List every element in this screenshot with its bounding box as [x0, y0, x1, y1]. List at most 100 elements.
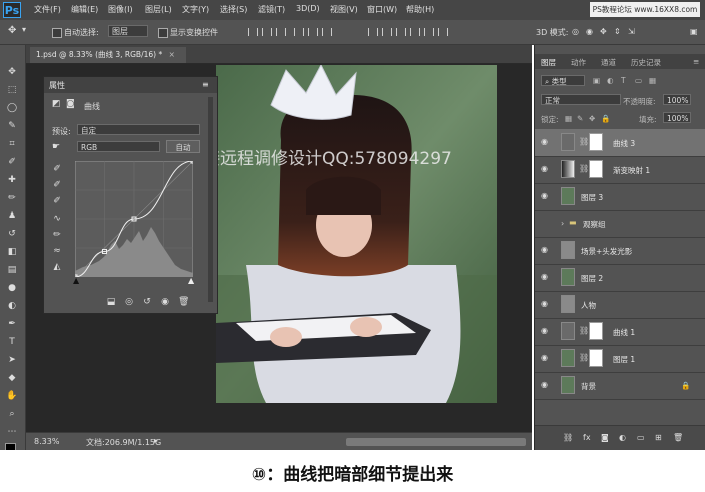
menu-file[interactable]: 文件(F)	[34, 4, 61, 15]
layers-menu-icon[interactable]: ≡	[693, 57, 699, 66]
brush-tool-icon[interactable]: ✏	[6, 193, 18, 203]
status-menu-chevron-icon[interactable]: ▸	[154, 436, 158, 445]
smooth-curve-icon[interactable]: ≈	[52, 246, 62, 256]
edit-points-icon[interactable]: ∿	[52, 214, 62, 224]
layer-name[interactable]: 曲线 1	[613, 327, 635, 338]
auto-select-target-dropdown[interactable]: 图层	[108, 25, 148, 37]
layer-mask-thumbnail[interactable]	[589, 133, 603, 151]
layer-visibility-eye-icon[interactable]: ◉	[541, 165, 551, 173]
layer-mask-thumbnail[interactable]	[589, 160, 603, 178]
layer-name[interactable]: 人物	[581, 300, 596, 311]
menu-help[interactable]: 帮助(H)	[406, 4, 434, 15]
align-top-icon[interactable]	[248, 28, 258, 36]
lock-pixels-icon[interactable]: ✎	[577, 114, 583, 123]
layer-visibility-eye-icon[interactable]: ◉	[541, 273, 551, 281]
new-group-icon[interactable]: ▭	[637, 433, 645, 442]
mask-link-chain-icon[interactable]: ⛓	[579, 353, 589, 362]
healing-brush-tool-icon[interactable]: ✚	[6, 175, 18, 185]
layer-visibility-eye-icon[interactable]: ◉	[541, 192, 551, 200]
layer-row[interactable]: ◉ ⛓ 图层 1	[535, 345, 705, 373]
tab-channels[interactable]: 通道	[601, 57, 616, 68]
history-brush-tool-icon[interactable]: ↺	[6, 229, 18, 239]
group-expand-chevron-icon[interactable]: ›	[561, 219, 564, 228]
horizontal-scrollbar[interactable]	[346, 438, 526, 446]
layer-style-icon[interactable]: fx	[583, 433, 591, 442]
show-transform-checkbox[interactable]	[158, 28, 168, 38]
lock-position-icon[interactable]: ✥	[589, 114, 595, 123]
align-hcenter-icon[interactable]	[308, 28, 318, 36]
layer-row[interactable]: ◉ 人物	[535, 291, 705, 319]
menu-3d[interactable]: 3D(D)	[296, 4, 320, 13]
auto-select-checkbox[interactable]	[52, 28, 62, 38]
layer-row[interactable]: › ▬ 观察组	[535, 210, 705, 238]
zoom-tool-icon[interactable]: ⌕	[6, 409, 18, 419]
edit-toolbar-icon[interactable]: ⋯	[6, 427, 18, 437]
distribute-vcenter-icon[interactable]	[382, 28, 392, 36]
properties-tab[interactable]: 属性	[49, 80, 65, 91]
mask-link-chain-icon[interactable]: ⛓	[579, 326, 589, 335]
delete-icon[interactable]: 🗑	[178, 297, 189, 307]
blur-tool-icon[interactable]: ●	[6, 283, 18, 293]
black-point-slider-icon[interactable]: ▲	[73, 276, 79, 285]
filter-type-icon[interactable]: T	[621, 76, 626, 85]
reset-icon[interactable]: ↺	[142, 297, 152, 307]
clipping-warning-icon[interactable]: ◭	[52, 262, 62, 272]
add-mask-icon[interactable]: ◙	[601, 433, 609, 442]
quick-select-tool-icon[interactable]: ✎	[6, 121, 18, 131]
sample-gray-eyedropper-icon[interactable]: ✐	[52, 180, 62, 190]
align-left-icon[interactable]	[294, 28, 304, 36]
layer-visibility-eye-icon[interactable]: ◉	[541, 138, 551, 146]
layer-row[interactable]: ◉ 图层 3	[535, 183, 705, 211]
new-adjustment-icon[interactable]: ◐	[619, 433, 626, 442]
filter-adjust-icon[interactable]: ◐	[607, 76, 614, 85]
tab-actions[interactable]: 动作	[571, 57, 586, 68]
workspace-icon[interactable]: ▣	[690, 27, 698, 36]
3d-pan-icon[interactable]: ✥	[600, 27, 607, 36]
3d-slide-icon[interactable]: ⇕	[614, 27, 621, 36]
menu-type[interactable]: 文字(Y)	[182, 4, 209, 15]
layer-name[interactable]: 背景	[581, 381, 596, 392]
layer-name[interactable]: 图层 1	[613, 354, 635, 365]
layer-name[interactable]: 图层 3	[581, 192, 603, 203]
view-previous-icon[interactable]: ◎	[124, 297, 134, 307]
filter-pixel-icon[interactable]: ▣	[593, 76, 600, 85]
delete-layer-icon[interactable]: 🗑	[673, 433, 683, 442]
align-right-icon[interactable]	[322, 28, 332, 36]
close-tab-icon[interactable]: ×	[169, 50, 175, 59]
properties-scrollbar[interactable]	[208, 97, 213, 302]
menu-edit[interactable]: 编辑(E)	[71, 4, 98, 15]
white-point-slider-icon[interactable]: ▲	[188, 276, 194, 285]
layer-visibility-eye-icon[interactable]: ◉	[541, 246, 551, 254]
3d-roll-icon[interactable]: ◉	[586, 27, 593, 36]
document-tab[interactable]: 1.psd @ 8.33% (曲线 3, RGB/16) * ×	[30, 47, 186, 63]
layer-row[interactable]: ◉ 背景 🔒	[535, 372, 705, 400]
marquee-tool-icon[interactable]: ⬚	[6, 85, 18, 95]
distribute-top-icon[interactable]	[368, 28, 378, 36]
layer-row[interactable]: ◉ 场景+头发光影	[535, 237, 705, 265]
clip-to-layer-icon[interactable]: ⬓	[106, 297, 116, 307]
layer-visibility-eye-icon[interactable]	[541, 219, 551, 227]
lock-all-icon[interactable]: 🔒	[601, 114, 610, 123]
layer-mask-icon[interactable]: ◙	[66, 99, 75, 109]
menu-image[interactable]: 图像(I)	[108, 4, 133, 15]
3d-rotate-icon[interactable]: ◎	[572, 27, 579, 36]
new-layer-icon[interactable]: ⊞	[655, 433, 662, 442]
align-vcenter-icon[interactable]	[262, 28, 272, 36]
layer-name[interactable]: 渐变映射 1	[613, 165, 650, 176]
move-tool-icon[interactable]: ✥	[6, 67, 18, 77]
menu-select[interactable]: 选择(S)	[220, 4, 247, 15]
pen-tool-icon[interactable]: ✒	[6, 319, 18, 329]
eraser-tool-icon[interactable]: ◧	[6, 247, 18, 257]
layer-name[interactable]: 场景+头发光影	[581, 246, 632, 257]
preset-dropdown[interactable]: 自定	[77, 124, 200, 135]
layer-name[interactable]: 图层 2	[581, 273, 603, 284]
channel-dropdown[interactable]: RGB	[77, 141, 160, 152]
layer-row[interactable]: ◉ ⛓ 曲线 1	[535, 318, 705, 346]
distribute-right-icon[interactable]	[438, 28, 448, 36]
draw-curve-pencil-icon[interactable]: ✏	[52, 230, 62, 240]
distribute-hcenter-icon[interactable]	[424, 28, 434, 36]
3d-scale-icon[interactable]: ⇲	[628, 27, 635, 36]
menu-filter[interactable]: 滤镜(T)	[258, 4, 285, 15]
distribute-bottom-icon[interactable]	[396, 28, 406, 36]
auto-button[interactable]: 自动	[166, 140, 200, 153]
